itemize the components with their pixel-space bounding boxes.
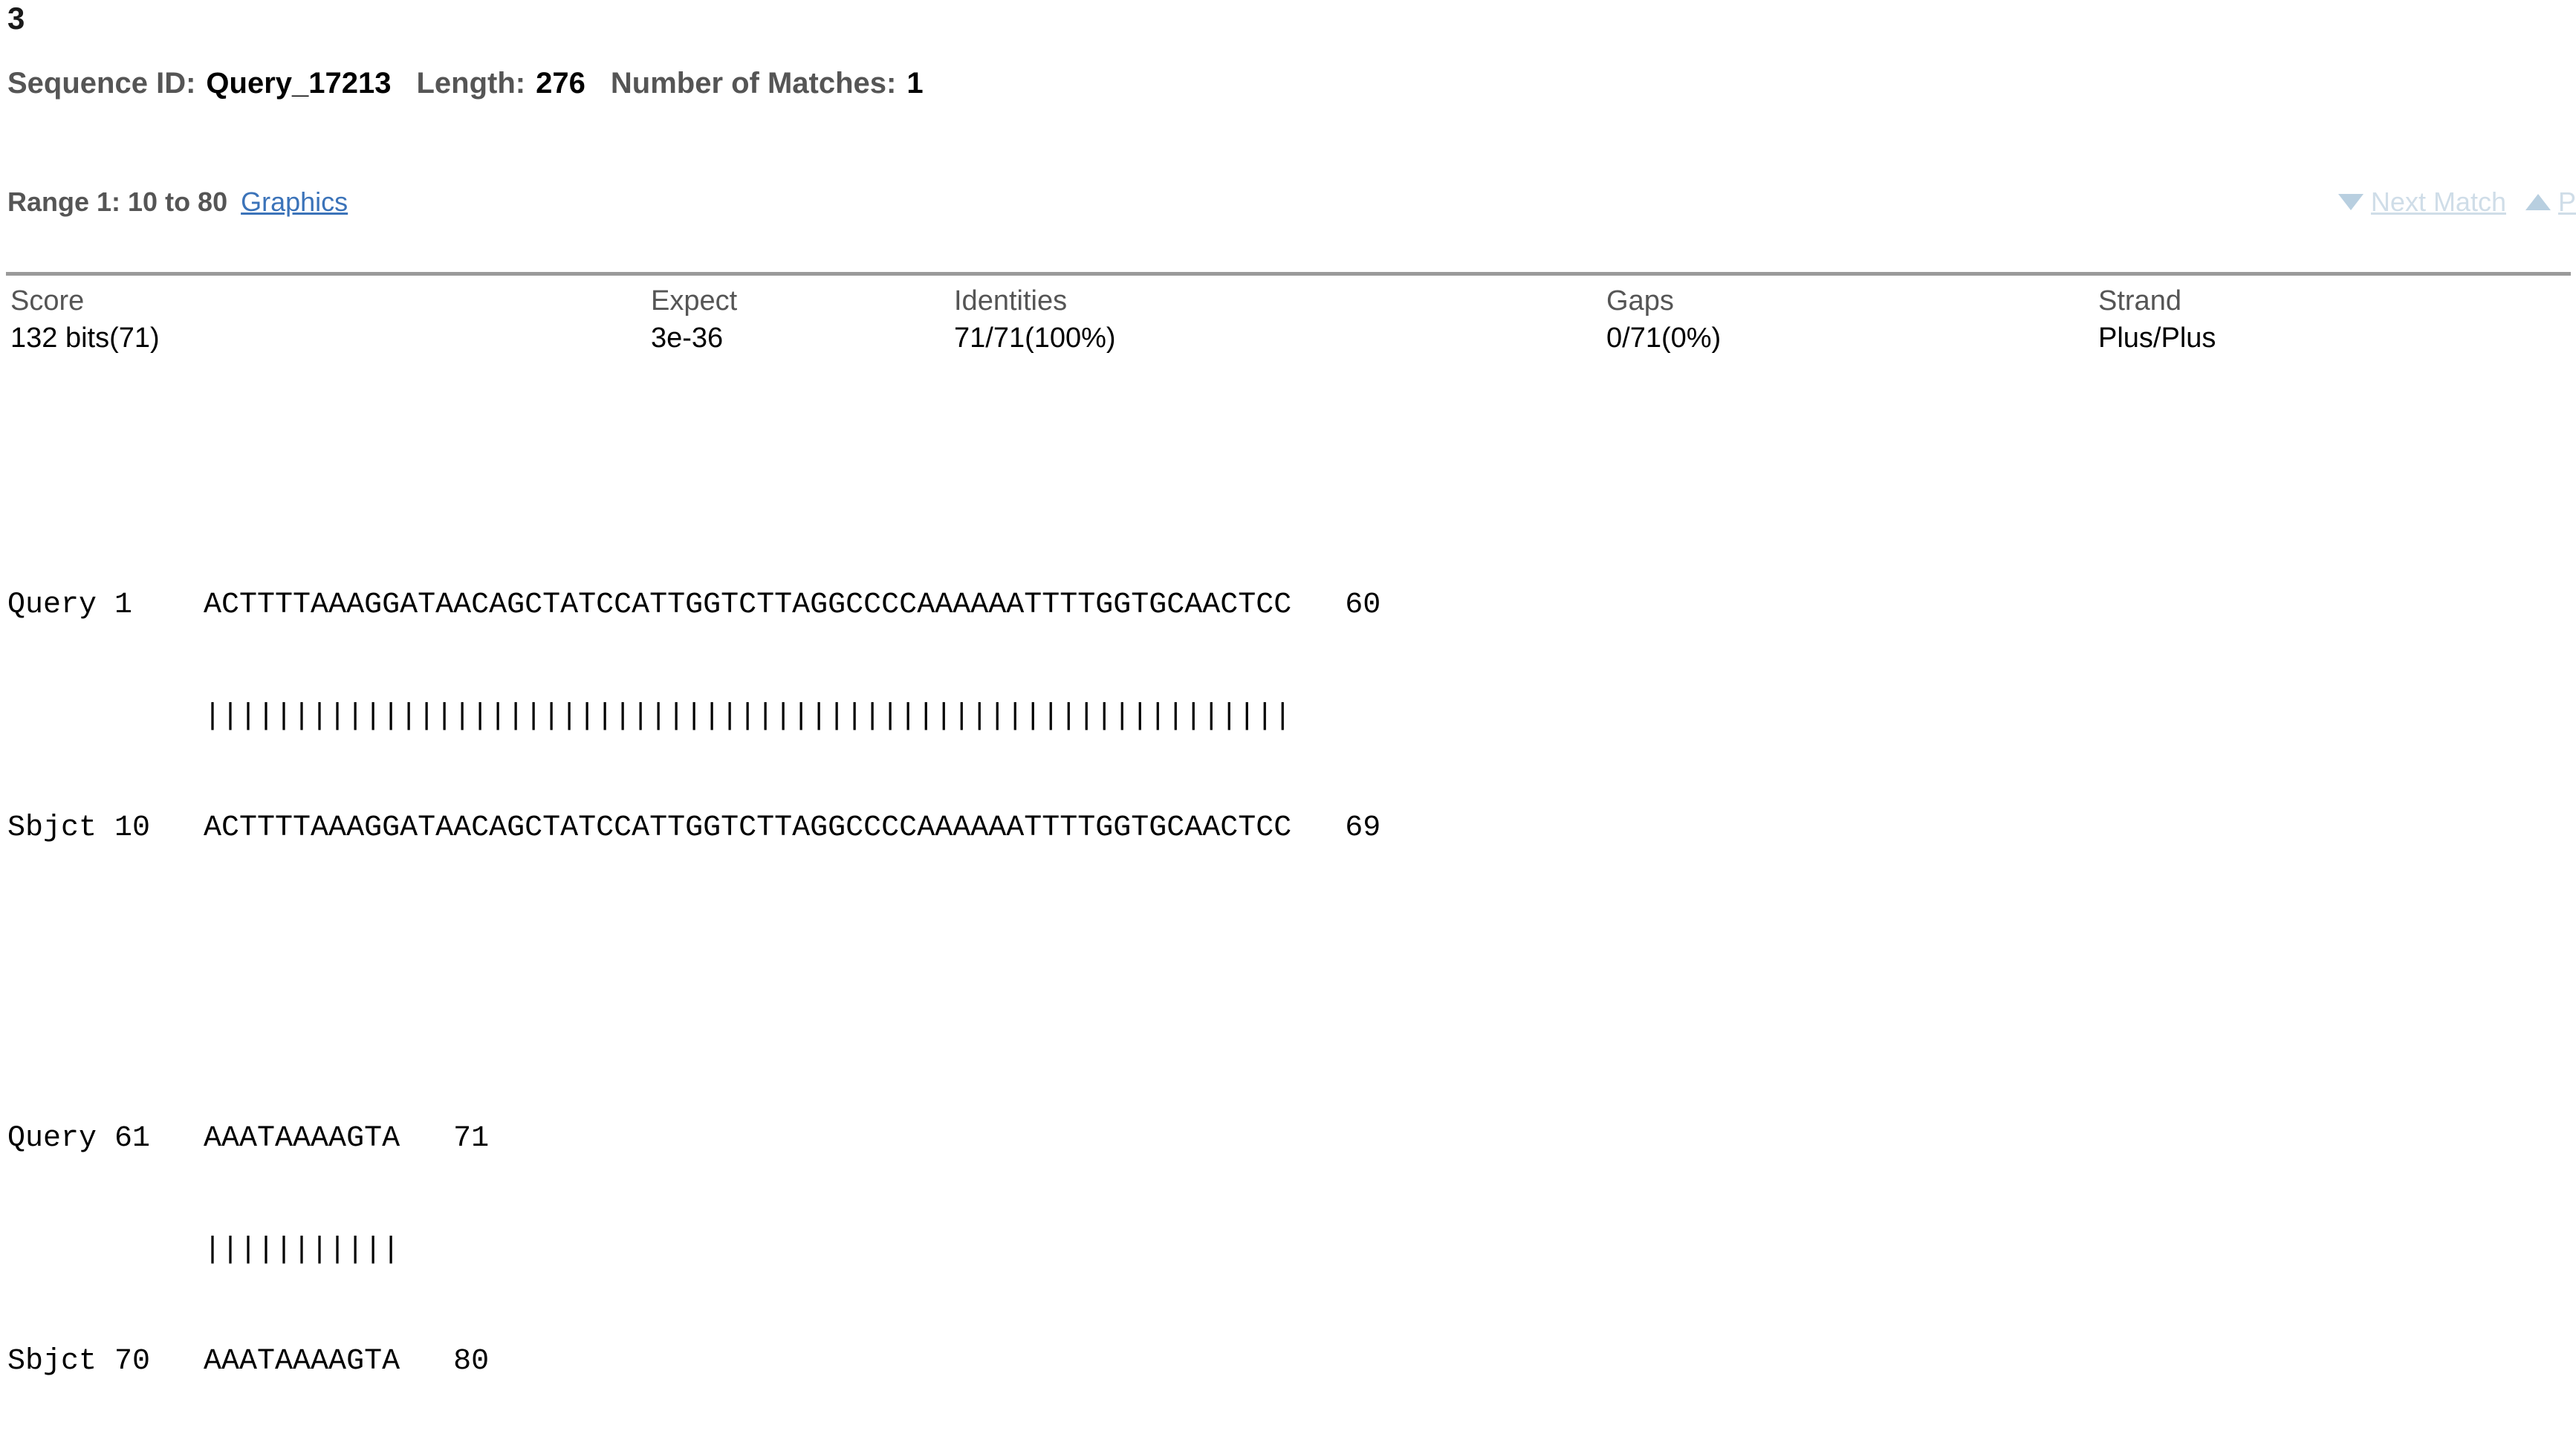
stats-value-row: 132 bits(71) 3e-36 71/71(100%) 0/71(0%) …: [10, 319, 2566, 357]
midline-bars: ||||||||||||||||||||||||||||||||||||||||…: [204, 700, 1292, 733]
sequence-id-label: Sequence ID:: [7, 67, 196, 100]
alignment-midline: |||||||||||: [7, 1232, 1381, 1269]
query-start: 61: [114, 1122, 151, 1155]
blast-alignment-result: 3 Sequence ID: Query_17213 Length: 276 Numbe…: [0, 0, 2576, 1378]
next-match-link[interactable]: Next Match: [2371, 186, 2506, 217]
sequence-summary-line: Sequence ID: Query_17213 Length: 276 Number …: [7, 65, 924, 101]
stats-header-identities: Identities: [954, 285, 1068, 317]
length-value: 276: [536, 67, 585, 100]
alignment-block: Query 61 AAATAAAAGTA 71 ||||||||||| Sbjct 70…: [7, 1046, 1381, 1437]
matches-value: 1: [906, 67, 924, 100]
query-label: Query: [7, 588, 97, 622]
stats-value-expect: 3e-36: [651, 322, 724, 354]
stats-value-identities: 71/71(100%): [954, 322, 1116, 354]
triangle-up-icon: [2525, 194, 2551, 211]
alignment-block: Query 1 ACTTTTAAAGGATAACAGCTATCCATTGGTCTTA…: [7, 513, 1381, 921]
query-end: 60: [1345, 588, 1381, 622]
sbjct-end: 80: [453, 1345, 490, 1378]
alignment-midline: ||||||||||||||||||||||||||||||||||||||||…: [7, 698, 1381, 736]
sbjct-label: Sbjct: [7, 811, 97, 845]
alignment-sbjct-row: Sbjct 70 AAATAAAAGTA 80: [7, 1343, 1381, 1381]
length-label: Length:: [416, 67, 526, 100]
midline-bars: |||||||||||: [204, 1233, 400, 1267]
sbjct-start: 70: [114, 1345, 151, 1378]
stats-value-strand: Plus/Plus: [2098, 322, 2216, 354]
sbjct-start: 10: [114, 811, 151, 845]
stats-header-gaps: Gaps: [1606, 285, 1674, 317]
graphics-link[interactable]: Graphics: [241, 186, 348, 217]
sbjct-sequence: ACTTTTAAAGGATAACAGCTATCCATTGGTCTTAGGCCCC…: [204, 811, 1292, 845]
sequence-id-value: Query_17213: [206, 67, 392, 100]
triangle-down-icon: [2337, 194, 2364, 211]
sbjct-label: Sbjct: [7, 1345, 97, 1378]
range-label: Range 1: 10 to 80: [7, 186, 228, 217]
match-navigation: Next Match P: [2337, 186, 2576, 218]
sbjct-sequence: AAATAAAAGTA: [204, 1345, 400, 1378]
stats-header-strand: Strand: [2098, 285, 2181, 317]
hit-number: 3: [7, 1, 25, 36]
range-row: Range 1: 10 to 80 Graphics: [7, 186, 348, 218]
sbjct-end: 69: [1345, 811, 1381, 845]
alignment-query-row: Query 61 AAATAAAAGTA 71: [7, 1120, 1381, 1158]
stats-value-score: 132 bits(71): [10, 322, 160, 354]
stats-header-score: Score: [10, 285, 85, 317]
query-start: 1: [114, 588, 133, 622]
query-end: 71: [453, 1122, 490, 1155]
query-sequence: AAATAAAAGTA: [204, 1122, 400, 1155]
stats-header-row: Score Expect Identities Gaps Strand: [10, 282, 2566, 319]
stats-header-expect: Expect: [651, 285, 738, 317]
alignment-query-row: Query 1 ACTTTTAAAGGATAACAGCTATCCATTGGTCTTA…: [7, 587, 1381, 624]
matches-label: Number of Matches:: [610, 67, 897, 100]
alignment-sbjct-row: Sbjct 10 ACTTTTAAAGGATAACAGCTATCCATTGGTCTT…: [7, 810, 1381, 847]
previous-match-link[interactable]: P: [2558, 186, 2576, 217]
stats-divider: [6, 272, 2571, 276]
stats-value-gaps: 0/71(0%): [1606, 322, 1722, 354]
query-sequence: ACTTTTAAAGGATAACAGCTATCCATTGGTCTTAGGCCCC…: [204, 588, 1292, 622]
alignment-body: Query 1 ACTTTTAAAGGATAACAGCTATCCATTGGTCTTA…: [7, 401, 1381, 1437]
query-label: Query: [7, 1122, 97, 1155]
alignment-stats-table: Score Expect Identities Gaps Strand 132 …: [10, 282, 2566, 357]
